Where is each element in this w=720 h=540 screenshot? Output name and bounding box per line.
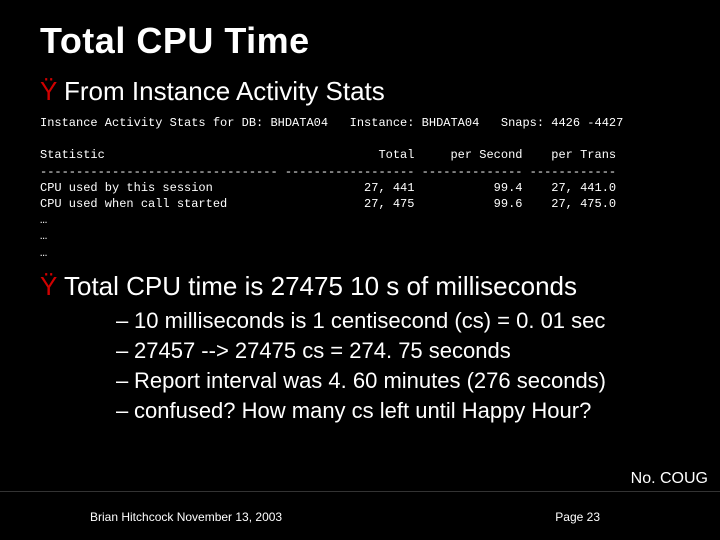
bullet-2: Total CPU time is 27475 10 s of millisec… xyxy=(40,271,680,424)
bullet-list: From Instance Activity Stats xyxy=(40,76,680,107)
stats-ellipsis: … xyxy=(40,213,47,227)
bullet-2-text: Total CPU time is 27475 10 s of millisec… xyxy=(64,271,577,301)
bullet-list-2: Total CPU time is 27475 10 s of millisec… xyxy=(40,271,680,424)
stats-ellipsis: … xyxy=(40,246,47,260)
stats-ellipsis: … xyxy=(40,229,47,243)
footer-author-date: Brian Hitchcock November 13, 2003 xyxy=(90,510,282,524)
slide: Total CPU Time From Instance Activity St… xyxy=(0,0,720,540)
sub-4: confused? How many cs left until Happy H… xyxy=(116,398,680,424)
stats-dashes: --------------------------------- ------… xyxy=(40,165,616,179)
sub-list: 10 milliseconds is 1 centisecond (cs) = … xyxy=(64,308,680,424)
sub-3: Report interval was 4. 60 minutes (276 s… xyxy=(116,368,680,394)
stats-row-2: CPU used when call started 27, 475 99.6 … xyxy=(40,197,616,211)
stats-block: Instance Activity Stats for DB: BHDATA04… xyxy=(40,115,680,261)
sub-1: 10 milliseconds is 1 centisecond (cs) = … xyxy=(116,308,680,334)
stats-row-1: CPU used by this session 27, 441 99.4 27… xyxy=(40,181,616,195)
stats-header: Instance Activity Stats for DB: BHDATA04… xyxy=(40,116,623,130)
footer-divider xyxy=(0,491,720,492)
page-title: Total CPU Time xyxy=(40,20,680,62)
footer-page: Page 23 xyxy=(555,510,600,524)
sub-2: 27457 --> 27475 cs = 274. 75 seconds xyxy=(116,338,680,364)
footer-brand: No. COUG xyxy=(631,470,708,488)
stats-columns: Statistic Total per Second per Trans xyxy=(40,148,616,162)
bullet-1: From Instance Activity Stats xyxy=(40,76,680,107)
